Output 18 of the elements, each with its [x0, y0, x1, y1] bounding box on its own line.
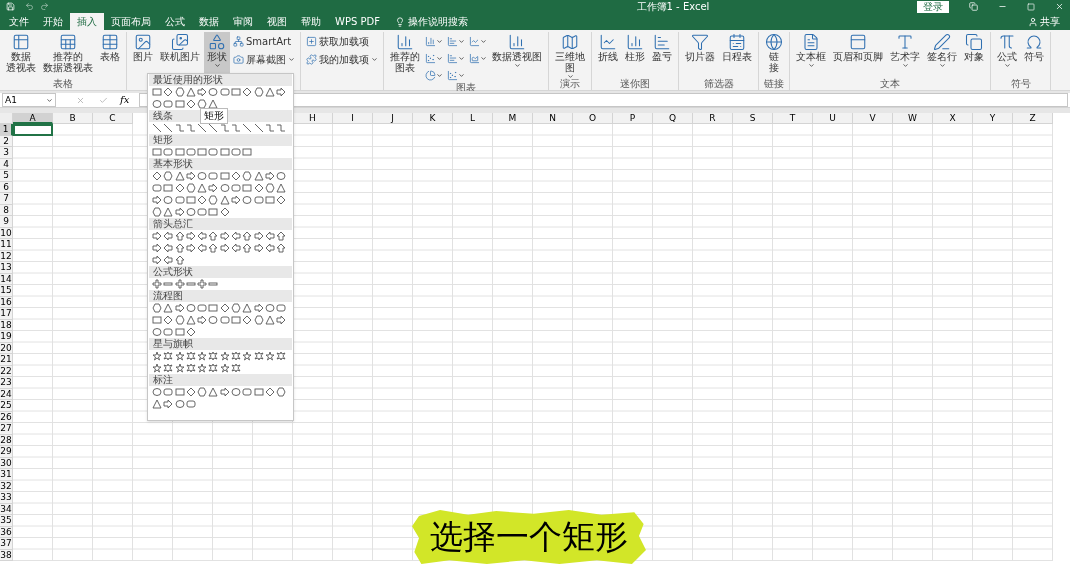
group-label: 符号	[1010, 78, 1031, 90]
group-label: 演示	[560, 78, 580, 90]
group-label: 链接	[764, 78, 784, 90]
group-label: 筛选器	[703, 78, 734, 90]
group-label: 表格	[53, 78, 73, 90]
section-header: 基本形状	[149, 158, 292, 170]
window-title: 工作簿1 - Excel	[635, 1, 710, 12]
group-label: 迷你图	[620, 78, 650, 90]
section-header: 最近使用的形状	[149, 74, 292, 86]
tooltip: 矩形	[200, 108, 228, 124]
caption: 选择一个矩形	[412, 510, 646, 564]
section-header: 星与旗帜	[149, 338, 292, 350]
section-header: 流程图	[149, 290, 292, 302]
section-header: 矩形	[149, 134, 292, 146]
section-header: 箭头总汇	[149, 218, 292, 230]
group-label: 文本	[880, 78, 900, 90]
section-header: 公式形状	[149, 266, 292, 278]
section-header: 标注	[149, 374, 292, 386]
